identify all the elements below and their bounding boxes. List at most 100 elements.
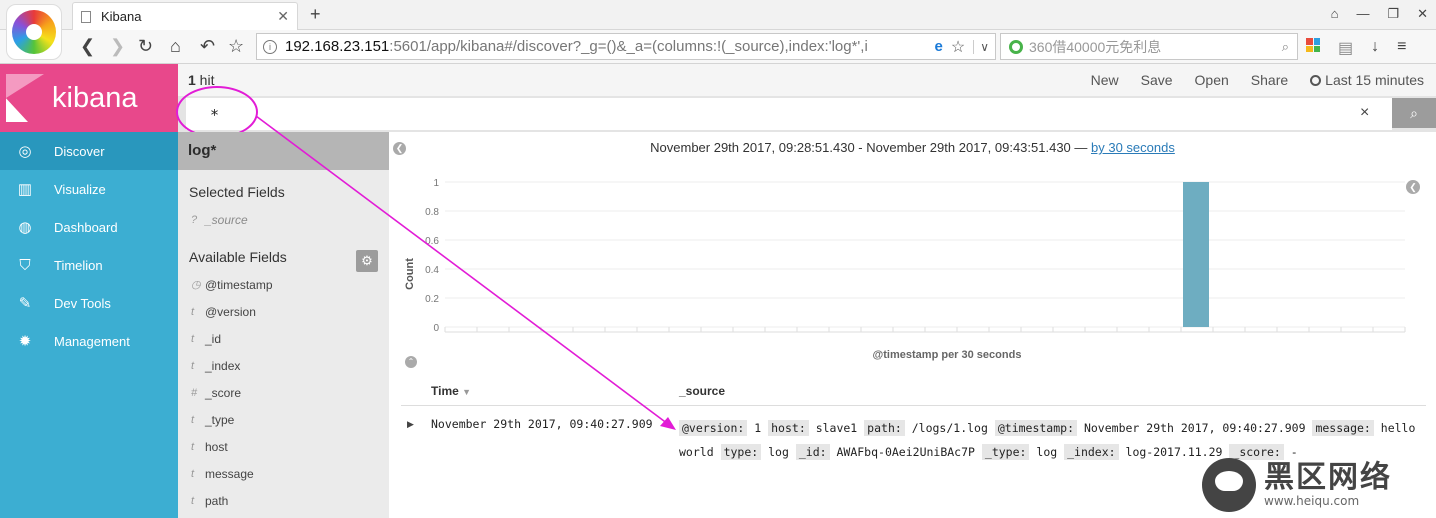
y-tick-label: 0.4 (425, 265, 439, 276)
maximize-icon[interactable]: ❐ (1387, 6, 1399, 22)
browser-navbar: ❮ ❯ ↻ ⌂ ↶ ☆ i 192.168.23.151 :5601/app/k… (0, 30, 1436, 64)
ie-mode-icon[interactable]: e (935, 38, 943, 55)
gauge-icon: ◍ (18, 219, 32, 236)
nav-label: Dashboard (54, 219, 118, 235)
close-window-icon[interactable]: ✕ (1417, 6, 1428, 22)
time-picker-button[interactable]: Last 15 minutes (1310, 72, 1424, 88)
field-item[interactable]: t _type (178, 406, 389, 433)
query-submit-button[interactable]: ⌕ (1392, 98, 1436, 128)
source-key: _type: (981, 444, 1030, 460)
tab-title: Kibana (101, 9, 142, 24)
y-tick-label: 0.2 (425, 294, 439, 305)
histogram-chart: 0 0.2 0.4 0.6 0.8 1 Count @timestamp per 30 s… (404, 178, 1406, 361)
nav-item-management[interactable]: ✹ Management (0, 322, 178, 360)
nav-item-timelion[interactable]: ⛉ Timelion (0, 246, 178, 284)
kibana-logo-text: kibana (52, 81, 138, 114)
field-type-icon: t (191, 494, 195, 507)
search-icon[interactable]: ⌕ (1282, 39, 1289, 55)
minimize-icon[interactable]: — (1356, 6, 1369, 22)
undo-icon[interactable]: ↶ (200, 36, 215, 56)
field-name: host (205, 439, 228, 454)
browser-tab[interactable]: Kibana ✕ (72, 2, 298, 30)
source-value: AWAFbq-0Aei2UniBAc7P (836, 445, 975, 459)
new-button[interactable]: New (1091, 72, 1119, 88)
field-type-icon: t (191, 413, 195, 426)
kibana-sidebar: kibana ◎ Discover ▥ Visualize ◍ Dashboar… (0, 64, 178, 518)
save-button[interactable]: Save (1141, 72, 1173, 88)
source-key: @version: (679, 420, 748, 436)
browser-tabbar: Kibana ✕ + ⌂ — ❐ ✕ (0, 0, 1436, 30)
field-type-icon: t (191, 332, 195, 345)
favorite-star-icon[interactable]: ☆ (951, 37, 965, 57)
histogram-bar[interactable] (1183, 182, 1209, 327)
download-icon[interactable]: ↓ (1371, 38, 1379, 58)
collapse-table-icon[interactable]: ⌃ (405, 356, 417, 368)
tab-close-icon[interactable]: ✕ (277, 8, 289, 25)
field-item[interactable]: ◷ @timestamp (178, 271, 389, 298)
source-key: _index: (1064, 444, 1119, 460)
nav-item-dev-tools[interactable]: ✎ Dev Tools (0, 284, 178, 322)
field-name: _type (205, 412, 235, 427)
document-icon (81, 10, 91, 23)
field-item[interactable]: t path (178, 487, 389, 514)
ad-block-icon[interactable]: ▤ (1338, 38, 1353, 58)
field-name: path (205, 493, 229, 508)
time-column-header[interactable]: Time ▼ (431, 384, 471, 398)
field-item[interactable]: t _index (178, 352, 389, 379)
address-bar[interactable]: i 192.168.23.151 :5601/app/kibana#/disco… (256, 33, 996, 60)
reload-icon[interactable]: ↻ (138, 36, 153, 56)
source-value: log (1036, 445, 1058, 459)
y-axis-label: Count (404, 258, 416, 290)
y-tick-label: 0 (433, 323, 439, 334)
topbar-menu: New Save Open Share Last 15 minutes (1091, 72, 1424, 88)
interval-link[interactable]: by 30 seconds (1091, 140, 1175, 155)
field-item[interactable]: t @version (178, 298, 389, 325)
field-settings-gear-icon[interactable]: ⚙ (356, 250, 378, 272)
info-icon[interactable]: i (263, 39, 277, 54)
home-icon[interactable]: ⌂ (170, 36, 181, 56)
watermark-logo-icon (1202, 458, 1256, 512)
open-button[interactable]: Open (1195, 72, 1229, 88)
browser-logo[interactable] (6, 4, 62, 60)
field-type-icon: t (191, 467, 195, 480)
apps-grid-icon[interactable] (1306, 38, 1320, 52)
field-item[interactable]: t message (178, 460, 389, 487)
time-range-text: November 29th 2017, 09:28:51.430 - Novem… (389, 140, 1436, 155)
y-tick-label: 0.6 (425, 236, 439, 247)
browser-search-input[interactable]: 360借40000元免利息 ⌕ (1000, 33, 1298, 60)
query-input[interactable]: * (186, 98, 1392, 130)
sort-down-icon: ▼ (462, 387, 472, 397)
index-pattern-title[interactable]: log* (178, 132, 389, 170)
chevron-down-icon[interactable]: ∨ (973, 39, 989, 54)
y-tick-label: 1 (433, 178, 439, 189)
back-icon[interactable]: ❮ (80, 36, 95, 56)
compass-icon: ◎ (18, 143, 32, 160)
source-value: log (768, 445, 789, 459)
nav-label: Visualize (54, 181, 106, 197)
source-key: _id: (795, 444, 830, 460)
bookmark-star-icon[interactable]: ☆ (228, 36, 244, 56)
field-item[interactable]: # _score (178, 379, 389, 406)
clock-icon: ◷ (191, 279, 201, 291)
nav-item-dashboard[interactable]: ◍ Dashboard (0, 208, 178, 246)
share-button[interactable]: Share (1251, 72, 1288, 88)
field-item[interactable]: t host (178, 433, 389, 460)
expand-row-icon[interactable]: ▶ (407, 419, 414, 430)
source-value: slave1 (815, 421, 858, 435)
forward-icon[interactable]: ❯ (110, 36, 125, 56)
source-key: path: (864, 420, 905, 436)
search-placeholder: 360借40000元免利息 (1029, 38, 1162, 55)
field-list: log* Selected Fields ? _source Available … (178, 132, 389, 518)
new-tab-button[interactable]: + (310, 4, 321, 25)
clear-query-icon[interactable]: × (1360, 104, 1369, 122)
source-key: type: (720, 444, 762, 460)
field-item[interactable]: ? _source (178, 206, 389, 233)
shield-icon: ⛉ (19, 256, 31, 274)
shirt-icon[interactable]: ⌂ (1331, 6, 1339, 22)
field-item[interactable]: t _id (178, 325, 389, 352)
kibana-logo[interactable]: kibana (0, 64, 178, 132)
menu-icon[interactable]: ≡ (1397, 38, 1406, 58)
nav-item-discover[interactable]: ◎ Discover (0, 132, 178, 170)
time-column-label: Time (431, 384, 459, 398)
nav-item-visualize[interactable]: ▥ Visualize (0, 170, 178, 208)
